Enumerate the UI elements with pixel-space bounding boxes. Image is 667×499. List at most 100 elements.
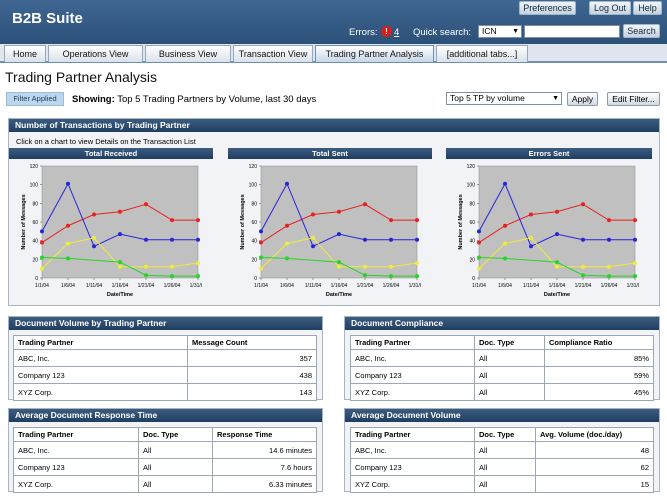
x-tick-label: 1/16/04 bbox=[112, 283, 129, 289]
app-header: B2B Suite Preferences Log Out Help Error… bbox=[0, 0, 667, 44]
x-tick-label: 1/26/04 bbox=[601, 283, 618, 289]
table-row[interactable]: XYZ Corp. All 45% bbox=[350, 383, 654, 401]
cell: All bbox=[474, 458, 536, 476]
x-tick-label: 1/1/04 bbox=[254, 283, 268, 289]
x-tick-label: 1/11/04 bbox=[305, 283, 322, 289]
edit-filter-button[interactable]: Edit Filter... bbox=[607, 92, 660, 106]
data-point bbox=[555, 260, 559, 265]
errors-count-link[interactable]: 4 bbox=[394, 27, 399, 38]
data-point bbox=[170, 264, 174, 269]
chart-total-received[interactable]: 0 20 40 60 80 100 120 1/1/04 1/6/04 1/11/04 1/16/0… bbox=[20, 162, 202, 306]
data-point bbox=[311, 235, 315, 240]
table-row[interactable]: Company 123 All 62 bbox=[350, 458, 654, 476]
data-point bbox=[633, 237, 637, 242]
preferences-button[interactable]: Preferences bbox=[519, 1, 576, 15]
data-point bbox=[633, 274, 637, 279]
x-tick-label: 1/16/04 bbox=[549, 283, 566, 289]
data-point bbox=[633, 218, 637, 223]
table-row[interactable]: Company 123 438 bbox=[13, 366, 317, 384]
logout-button[interactable]: Log Out bbox=[589, 1, 631, 15]
data-point bbox=[581, 202, 585, 207]
data-point bbox=[607, 274, 611, 279]
y-tick-label: 20 bbox=[32, 257, 38, 263]
y-tick-label: 40 bbox=[469, 239, 475, 245]
data-point bbox=[285, 181, 289, 186]
chart-errors-sent[interactable]: 0 20 40 60 80 100 120 1/1/04 1/6/04 1/11/04 1/16/0… bbox=[457, 162, 639, 306]
cell: XYZ Corp. bbox=[350, 475, 475, 493]
y-tick-label: 60 bbox=[32, 220, 38, 226]
data-point bbox=[529, 212, 533, 217]
doc-volume-title: Document Volume by Trading Partner bbox=[9, 317, 322, 330]
table-row[interactable]: ABC, Inc. All 85% bbox=[350, 349, 654, 367]
response-time-table: Trading Partner Doc. Type Response Time … bbox=[13, 427, 317, 493]
data-point bbox=[363, 273, 367, 278]
table-row[interactable]: Company 123 All 59% bbox=[350, 366, 654, 384]
tab-transaction-view[interactable]: Transaction View bbox=[233, 45, 313, 62]
data-point bbox=[259, 266, 263, 271]
filter-applied-badge: Filter Applied bbox=[6, 92, 64, 106]
search-button[interactable]: Search bbox=[623, 24, 660, 38]
data-point bbox=[196, 237, 200, 242]
data-point bbox=[259, 240, 263, 245]
data-point bbox=[66, 256, 70, 261]
apply-button[interactable]: Apply bbox=[567, 92, 598, 106]
quick-search-scope-select[interactable]: ICN ▼ bbox=[478, 25, 522, 38]
cell: Company 123 bbox=[350, 366, 475, 384]
col-header: Avg. Volume (doc./day) bbox=[535, 427, 654, 442]
data-point bbox=[607, 237, 611, 242]
cell: 143 bbox=[187, 383, 317, 401]
tab-business-view[interactable]: Business View bbox=[145, 45, 231, 62]
cell: All bbox=[474, 349, 545, 367]
x-tick-label: 1/6/04 bbox=[280, 283, 294, 289]
table-row[interactable]: XYZ Corp. 143 bbox=[13, 383, 317, 401]
response-time-title: Average Document Response Time bbox=[9, 409, 322, 422]
tab-operations-view[interactable]: Operations View bbox=[48, 45, 143, 62]
tab-additional[interactable]: [additional tabs...] bbox=[436, 45, 528, 62]
showing-label: Showing: bbox=[72, 94, 115, 105]
doc-volume-table: Trading Partner Message Count ABC, Inc. 3… bbox=[13, 335, 317, 401]
y-tick-label: 0 bbox=[35, 276, 38, 282]
table-row[interactable]: ABC, Inc. All 48 bbox=[350, 441, 654, 459]
table-row[interactable]: XYZ Corp. All 6.33 minutes bbox=[13, 475, 317, 493]
showing-text: Showing: Top 5 Trading Partners by Volum… bbox=[72, 94, 316, 105]
data-point bbox=[144, 264, 148, 269]
data-point bbox=[311, 244, 315, 249]
chart-total-sent[interactable]: 0 20 40 60 80 100 120 1/1/04 1/6/04 1/11/04 1/16/0… bbox=[239, 162, 421, 306]
data-point bbox=[118, 232, 122, 237]
data-point bbox=[477, 229, 481, 234]
data-point bbox=[285, 241, 289, 246]
data-point bbox=[529, 235, 533, 240]
y-tick-label: 40 bbox=[32, 239, 38, 245]
view-select[interactable]: Top 5 TP by volume ▼ bbox=[446, 92, 562, 105]
cell: XYZ Corp. bbox=[13, 475, 139, 493]
quick-search-input[interactable] bbox=[524, 25, 620, 38]
col-header: Trading Partner bbox=[13, 427, 139, 442]
data-point bbox=[40, 229, 44, 234]
col-header: Compliance Ratio bbox=[544, 335, 654, 350]
cell: 48 bbox=[535, 441, 654, 459]
data-point bbox=[92, 244, 96, 249]
table-row[interactable]: ABC, Inc. 357 bbox=[13, 349, 317, 367]
data-point bbox=[285, 256, 289, 261]
data-point bbox=[363, 237, 367, 242]
chart-instructions: Click on a chart to view Details on the … bbox=[16, 137, 196, 146]
y-tick-label: 20 bbox=[251, 257, 257, 263]
tab-trading-partner-analysis[interactable]: Trading Partner Analysis bbox=[315, 45, 434, 62]
y-axis-label: Number of Messages bbox=[21, 194, 27, 249]
data-point bbox=[337, 260, 341, 265]
app-title: B2B Suite bbox=[12, 10, 83, 27]
col-header: Doc. Type bbox=[474, 427, 536, 442]
tab-home[interactable]: Home bbox=[4, 45, 46, 62]
y-tick-label: 120 bbox=[249, 164, 258, 170]
x-tick-label: 1/26/04 bbox=[383, 283, 400, 289]
data-point bbox=[170, 218, 174, 223]
data-point bbox=[607, 218, 611, 223]
table-row[interactable]: ABC, Inc. All 14.6 minutes bbox=[13, 441, 317, 459]
table-row[interactable]: XYZ Corp. All 15 bbox=[350, 475, 654, 493]
cell: All bbox=[138, 475, 213, 493]
chevron-down-icon: ▼ bbox=[552, 95, 559, 102]
data-point bbox=[503, 241, 507, 246]
help-button[interactable]: Help bbox=[633, 1, 662, 15]
data-point bbox=[337, 209, 341, 214]
table-row[interactable]: Company 123 All 7.6 hours bbox=[13, 458, 317, 476]
